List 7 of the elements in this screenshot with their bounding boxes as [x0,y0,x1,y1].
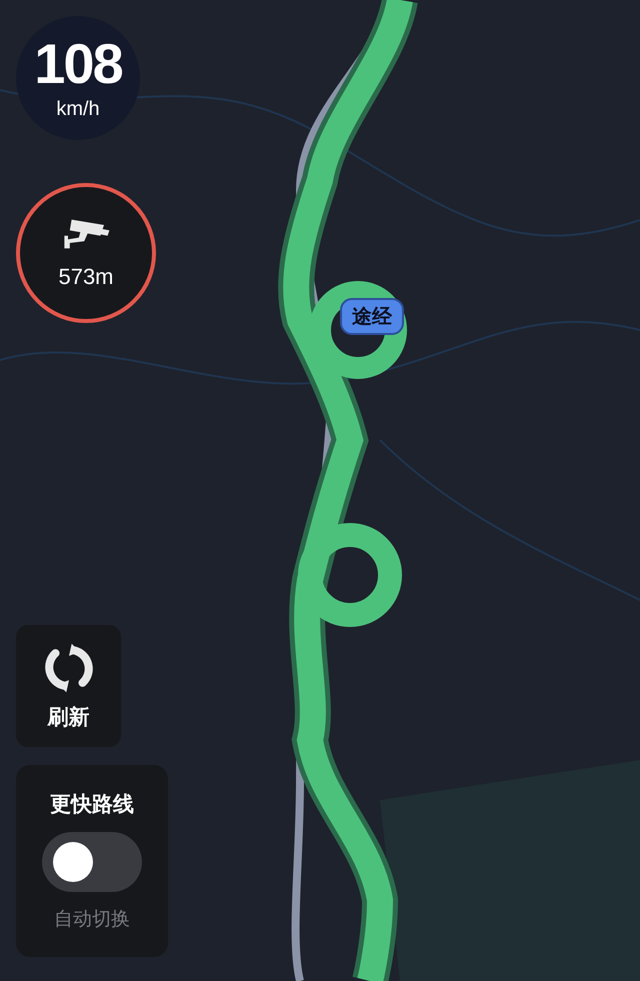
camera-distance: 573m [58,264,114,290]
speed-unit: km/h [56,98,100,120]
waypoint-marker[interactable]: 途经 [340,298,404,335]
faster-route-title: 更快路线 [50,791,134,818]
speed-value: 108 [34,36,122,92]
refresh-button[interactable]: 刷新 [16,625,121,747]
auto-switch-label: 自动切换 [54,907,130,932]
